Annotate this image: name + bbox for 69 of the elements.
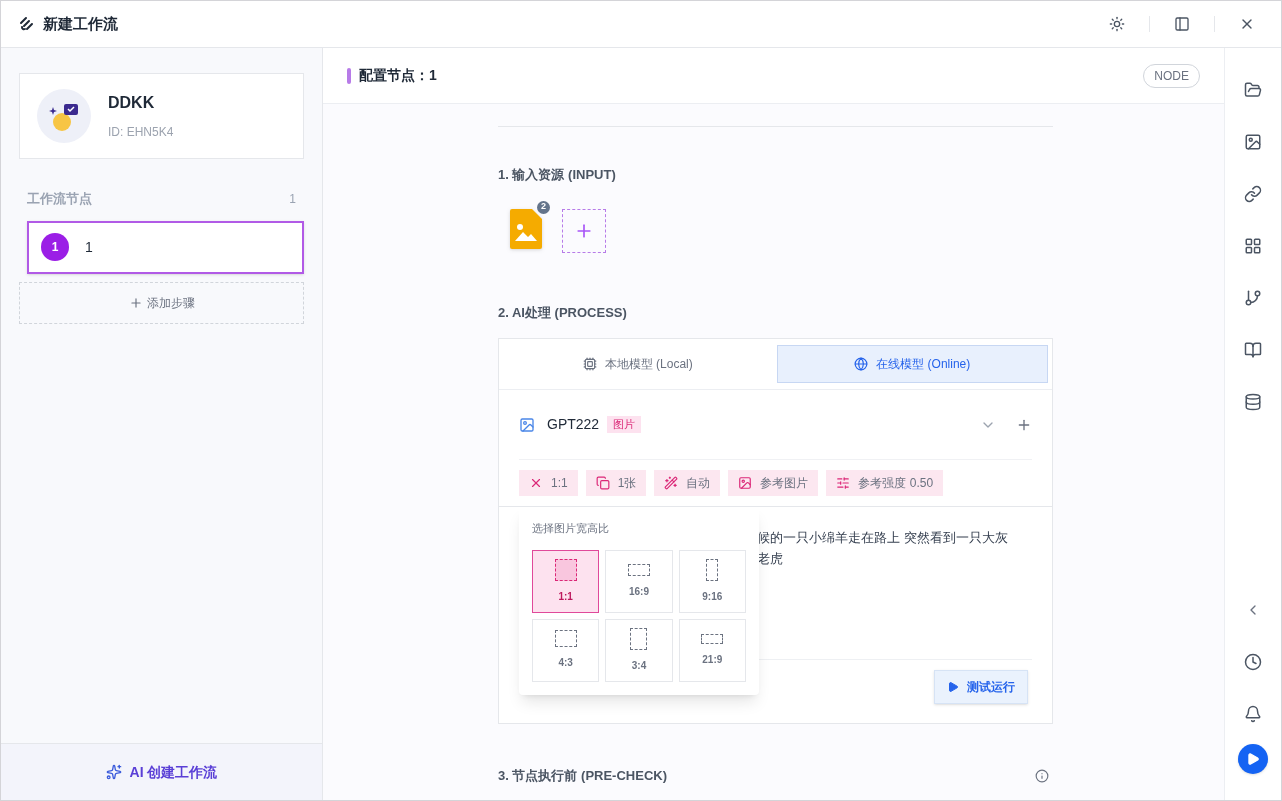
- info-icon: [1035, 768, 1049, 783]
- profile-id: ID: EHN5K4: [108, 124, 174, 141]
- book-icon: [1244, 341, 1262, 359]
- ratio-option[interactable]: 21:9: [678, 618, 746, 682]
- section-title: 3. 节点执行前 (PRE-CHECK): [498, 767, 667, 785]
- play-icon: [947, 681, 959, 693]
- model-tab[interactable]: 本地模型 (Local): [503, 345, 773, 383]
- play-icon: [1246, 752, 1260, 766]
- profile-name: DDKK: [108, 93, 156, 113]
- grid-icon: [1244, 237, 1262, 255]
- ratio-option[interactable]: 4:3: [532, 618, 600, 682]
- option-chip[interactable]: 1张: [585, 470, 647, 496]
- globe-icon: [854, 357, 869, 371]
- wand-icon: [664, 476, 679, 490]
- copy-icon: [595, 476, 610, 490]
- ratio-option[interactable]: 16:9: [605, 549, 673, 613]
- ratio-shape-icon: [701, 633, 724, 644]
- plus-icon: [128, 295, 143, 310]
- window-title: 新建工作流: [43, 13, 118, 34]
- clock-icon: [1244, 653, 1262, 671]
- model-name: GPT222: [547, 415, 600, 434]
- node-count: 1: [289, 190, 296, 208]
- option-chip[interactable]: 1:1: [519, 470, 578, 496]
- bell-icon: [1244, 705, 1262, 723]
- section-title: 工作流节点: [27, 190, 92, 208]
- ratio-shape-icon: [554, 558, 577, 581]
- section-title: 2. AI处理 (PROCESS): [498, 303, 628, 322]
- ai-create-button[interactable]: AI 创建工作流: [1, 743, 322, 800]
- file-count-badge: 2: [537, 200, 550, 214]
- image-file-icon: [510, 208, 542, 249]
- ratio-option[interactable]: 9:16: [678, 549, 746, 613]
- sun-icon: [1109, 16, 1125, 32]
- database-icon: [1244, 393, 1262, 411]
- prompt-text: 老虎: [757, 550, 784, 568]
- logo-icon: [19, 16, 35, 32]
- option-chip[interactable]: 参考图片: [728, 470, 819, 496]
- popover-title: 选择图片宽高比: [532, 521, 610, 536]
- node-number: 1: [41, 233, 69, 261]
- chip-icon: [582, 357, 597, 371]
- model-type-tag: 图片: [607, 416, 642, 433]
- option-chip[interactable]: 参考强度 0.50: [826, 470, 944, 496]
- image-icon: [519, 416, 535, 433]
- branch-icon: [1244, 289, 1262, 307]
- add-step-button[interactable]: 添加步骤: [19, 281, 304, 324]
- close-icon: [529, 476, 543, 490]
- run-button[interactable]: [1238, 744, 1268, 774]
- folder-icon: [1244, 81, 1262, 99]
- image-icon: [1244, 133, 1262, 151]
- ratio-option[interactable]: 3:4: [605, 618, 673, 682]
- test-run-button[interactable]: 测试运行: [934, 670, 1028, 704]
- prompt-text: 候的一只小绵羊走在路上 突然看到一只大灰: [757, 529, 1009, 547]
- ratio-shape-icon: [628, 563, 650, 576]
- node-item[interactable]: 1 1: [27, 220, 304, 274]
- add-file-button[interactable]: [562, 208, 606, 253]
- sliders-icon: [836, 476, 851, 490]
- ratio-shape-icon: [706, 558, 719, 581]
- sidebar-icon: [1174, 16, 1190, 32]
- ratio-shape-icon: [554, 630, 577, 647]
- model-tab[interactable]: 在线模型 (Online): [776, 345, 1048, 383]
- node-label: 1: [85, 237, 93, 257]
- sparkle-icon: [105, 764, 122, 780]
- ratio-option[interactable]: 1:1: [532, 549, 600, 613]
- option-chip[interactable]: 自动: [654, 470, 721, 496]
- image-icon: [738, 476, 753, 490]
- link-icon: [1244, 185, 1262, 203]
- avatar-icon: [36, 88, 92, 144]
- section-title: 1. 输入资源 (INPUT): [498, 166, 617, 184]
- node-config-title: 配置节点：1: [359, 66, 437, 85]
- ratio-shape-icon: [630, 627, 648, 650]
